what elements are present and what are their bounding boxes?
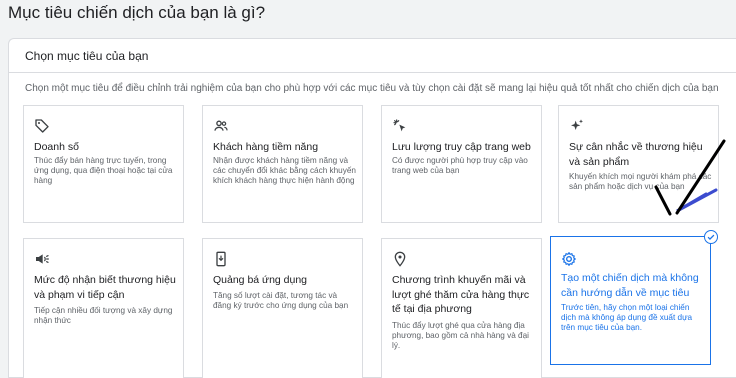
panel-divider — [9, 72, 736, 73]
cursor-click-icon — [392, 118, 408, 134]
goal-card-sales[interactable]: Doanh số Thúc đẩy bán hàng trực tuyến, t… — [23, 105, 184, 223]
goal-card-brand-awareness[interactable]: Mức độ nhận biết thương hiệu và phạm vi … — [23, 238, 184, 378]
check-icon — [704, 230, 718, 244]
goal-card-local-store-visits[interactable]: Chương trình khuyến mãi và lượt ghé thăm… — [381, 238, 542, 378]
goal-card-description: Tăng số lượt cài đặt, tương tác và đăng … — [213, 291, 349, 311]
goal-card-description: Trước tiên, hãy chọn một loại chiến dịch… — [561, 303, 693, 333]
goal-card-title: Chương trình khuyến mãi và lượt ghé thăm… — [392, 274, 530, 315]
goal-card-description: Khuyến khích mọi người khám phá các sản … — [569, 172, 712, 192]
goal-card-title: Lưu lượng truy cập trang web — [392, 141, 531, 153]
goal-card-description: Thúc đẩy lượt ghé qua cửa hàng địa phươn… — [392, 321, 529, 351]
gear-icon — [561, 251, 577, 267]
goal-card-title: Mức độ nhận biết thương hiệu và phạm vi … — [34, 274, 176, 301]
panel-title: Chọn mục tiêu của bạn — [25, 49, 149, 63]
goal-card-website-traffic[interactable]: Lưu lượng truy cập trang web Có được ngư… — [381, 105, 542, 223]
tag-icon — [34, 118, 50, 134]
goal-card-leads[interactable]: Khách hàng tiềm năng Nhận được khách hàn… — [202, 105, 363, 223]
goal-card-no-goal-guidance[interactable]: Tạo một chiến dịch mà không cần hướng dẫ… — [550, 230, 718, 365]
people-icon — [213, 118, 229, 134]
goal-card-title: Tạo một chiến dịch mà không cần hướng dẫ… — [561, 272, 699, 299]
panel-description: Chọn một mục tiêu để điều chỉnh trải ngh… — [25, 83, 719, 94]
goal-card-brand-consideration[interactable]: Sự cân nhắc về thương hiệu và sản phẩm K… — [558, 105, 719, 223]
goal-card-title: Quảng bá ứng dụng — [213, 274, 308, 286]
goal-card-description: Có được người phù hợp truy cập vào trang… — [392, 156, 528, 176]
goal-card-description: Tiếp cận nhiều đối tượng và xây dựng nhậ… — [34, 306, 173, 326]
page-title: Mục tiêu chiến dịch của bạn là gì? — [8, 3, 266, 22]
megaphone-icon — [34, 251, 50, 267]
location-pin-icon — [392, 251, 408, 267]
phone-download-icon — [213, 251, 229, 267]
sparkle-icon — [569, 118, 585, 134]
goal-card-title: Doanh số — [34, 141, 79, 153]
goal-card-title: Khách hàng tiềm năng — [213, 141, 319, 153]
goal-card-description: Nhận được khách hàng tiềm năng và các ch… — [213, 156, 356, 186]
goal-card-app-promotion[interactable]: Quảng bá ứng dụng Tăng số lượt cài đặt, … — [202, 238, 363, 378]
goal-card-description: Thúc đẩy bán hàng trực tuyến, trong ứng … — [34, 156, 173, 186]
goal-card-title: Sự cân nhắc về thương hiệu và sản phẩm — [569, 141, 703, 168]
objective-panel: Chọn mục tiêu của bạn Chọn một mục tiêu … — [8, 38, 736, 378]
